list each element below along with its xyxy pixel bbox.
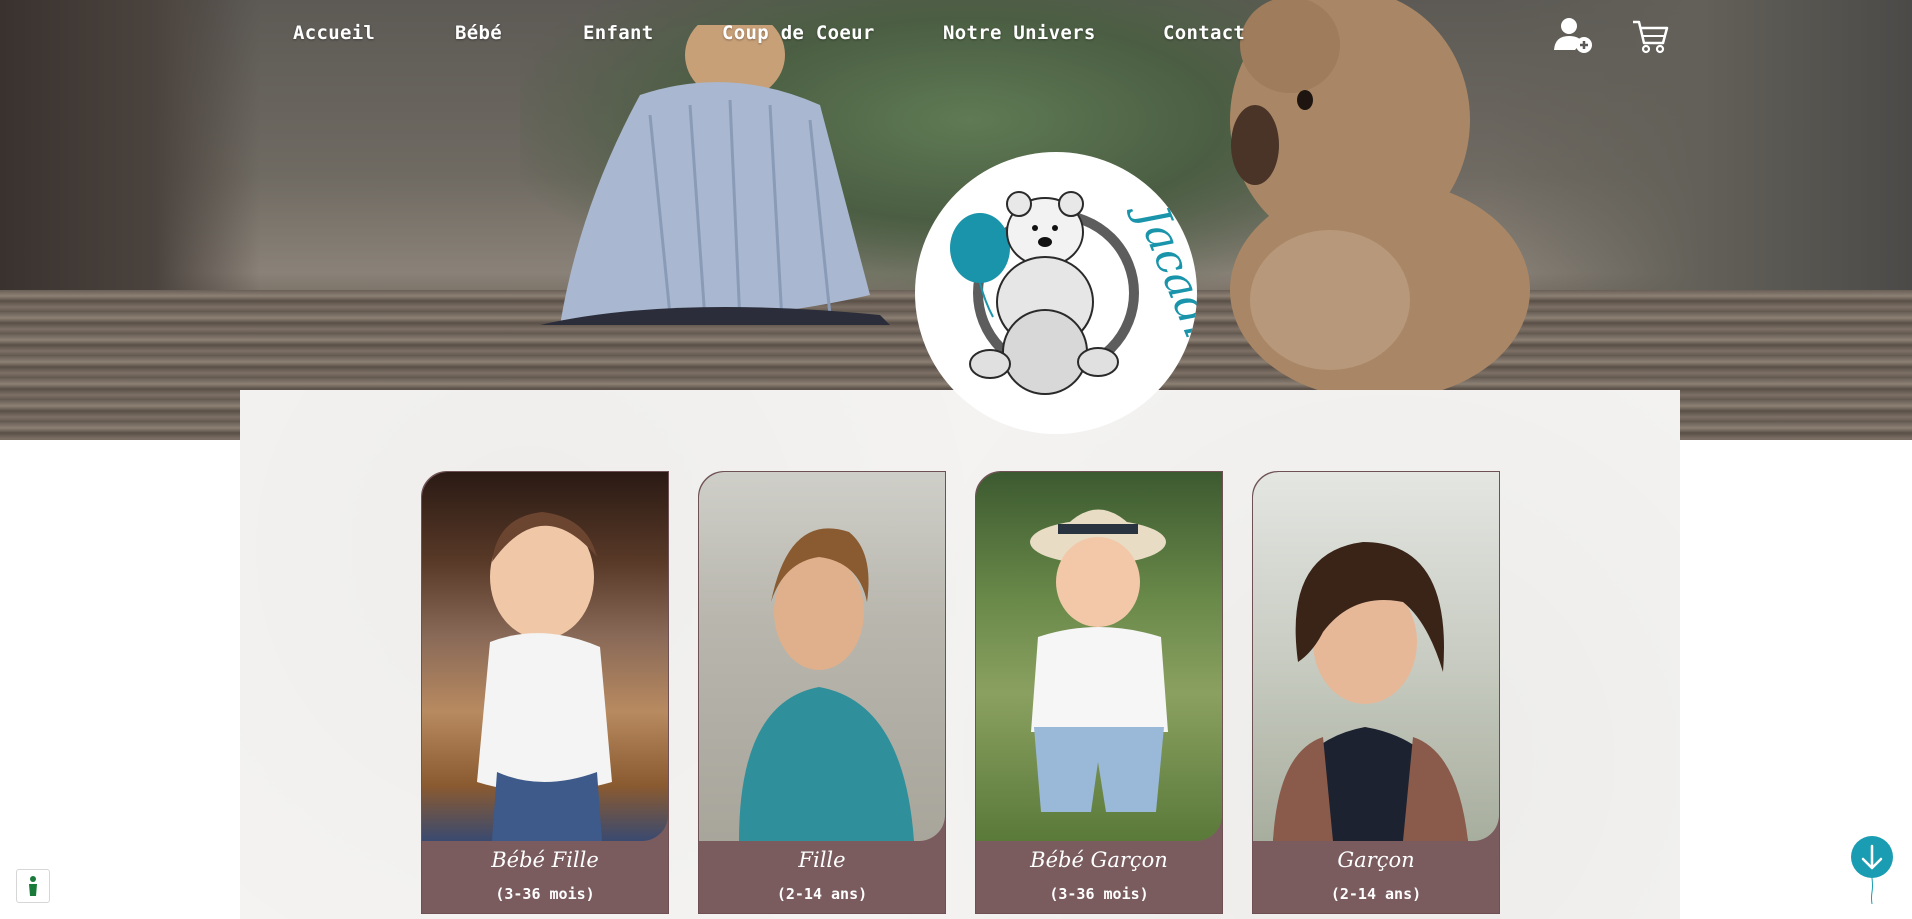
- nav-coup-de-coeur[interactable]: Coup de Coeur: [722, 22, 875, 44]
- category-age-range: (2-14 ans): [776, 885, 868, 903]
- toddler-boy-hat-suspenders-photo: [976, 472, 1222, 841]
- category-title: Fille: [798, 848, 846, 872]
- user-plus-icon: [1554, 18, 1592, 53]
- cart-button[interactable]: [1627, 16, 1673, 56]
- teddy-bear-with-balloon-logo: Jacadi: [950, 191, 1197, 395]
- category-card-bebe-garcon[interactable]: Bébé Garçon (3-36 mois): [975, 471, 1223, 914]
- shopping-cart-icon: [1633, 20, 1669, 54]
- nav-enfant[interactable]: Enfant: [583, 22, 653, 44]
- balloon-string: [1871, 878, 1873, 904]
- category-card-garcon[interactable]: Garçon (2-14 ans): [1252, 471, 1500, 914]
- brand-logo[interactable]: Jacadi: [915, 152, 1197, 434]
- accessibility-button[interactable]: [16, 869, 50, 903]
- boy-curly-hair-photo: [1253, 472, 1499, 841]
- accessibility-icon: [29, 876, 37, 896]
- category-title: Bébé Garçon: [1030, 848, 1168, 872]
- category-age-range: (3-36 mois): [1049, 885, 1149, 903]
- arrow-down-balloon-icon: [1861, 844, 1883, 870]
- category-title: Garçon: [1337, 848, 1415, 872]
- nav-bebe[interactable]: Bébé: [455, 22, 502, 44]
- category-card-fille[interactable]: Fille (2-14 ans): [698, 471, 946, 914]
- main-navigation: Accueil Bébé Enfant Coup de Coeur Notre …: [0, 22, 1912, 52]
- nav-accueil[interactable]: Accueil: [293, 22, 375, 44]
- nav-contact[interactable]: Contact: [1163, 22, 1245, 44]
- hero-teddy-bear-illustration: [1230, 0, 1530, 390]
- category-age-range: (3-36 mois): [495, 885, 595, 903]
- girl-blue-sweater-photo: [699, 472, 945, 841]
- scroll-down-button[interactable]: [1851, 836, 1893, 878]
- toddler-girl-autumn-leaves-photo: [422, 472, 668, 841]
- category-title: Bébé Fille: [491, 848, 599, 872]
- category-card-bebe-fille[interactable]: Bébé Fille (3-36 mois): [421, 471, 669, 914]
- account-button[interactable]: [1551, 16, 1597, 56]
- nav-notre-univers[interactable]: Notre Univers: [943, 22, 1096, 44]
- category-age-range: (2-14 ans): [1330, 885, 1422, 903]
- hero-child-illustration: [540, 25, 890, 325]
